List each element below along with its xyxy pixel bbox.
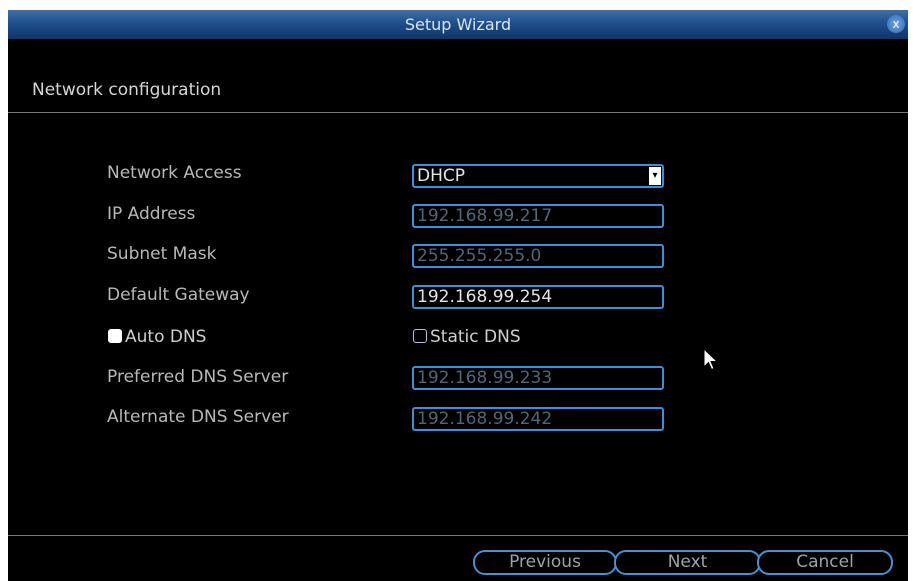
- auto-dns-option[interactable]: Auto DNS: [108, 327, 206, 347]
- cancel-button[interactable]: Cancel: [757, 550, 893, 575]
- auto-dns-label: Auto DNS: [125, 327, 207, 347]
- close-button[interactable]: x: [887, 15, 905, 33]
- next-button[interactable]: Next: [614, 550, 761, 575]
- section-divider: [8, 112, 908, 113]
- footer-divider: [8, 535, 908, 536]
- network-access-value: DHCP: [417, 166, 465, 186]
- static-dns-label: Static DNS: [430, 327, 521, 347]
- default-gateway-label: Default Gateway: [107, 285, 250, 305]
- ip-address-field[interactable]: 192.168.99.217: [412, 204, 664, 228]
- close-icon: x: [892, 17, 900, 31]
- network-access-label: Network Access: [107, 163, 242, 183]
- static-dns-option[interactable]: Static DNS: [413, 327, 521, 347]
- preferred-dns-label: Preferred DNS Server: [107, 367, 289, 387]
- section-title: Network configuration: [32, 80, 222, 100]
- default-gateway-field[interactable]: 192.168.99.254: [412, 285, 664, 309]
- network-access-select[interactable]: DHCP ▾: [412, 164, 664, 188]
- auto-dns-checkbox[interactable]: [108, 329, 122, 343]
- subnet-mask-label: Subnet Mask: [107, 244, 217, 264]
- alternate-dns-field[interactable]: 192.168.99.242: [412, 407, 664, 431]
- setup-wizard-window: Setup Wizard x Network configuration Net…: [8, 10, 908, 581]
- static-dns-checkbox[interactable]: [413, 329, 427, 343]
- mouse-pointer-icon: [703, 348, 719, 371]
- preferred-dns-field[interactable]: 192.168.99.233: [412, 366, 664, 390]
- previous-button[interactable]: Previous: [473, 550, 617, 575]
- title-bar: Setup Wizard x: [8, 10, 908, 39]
- chevron-down-icon[interactable]: ▾: [649, 167, 661, 185]
- window-title: Setup Wizard: [404, 15, 512, 34]
- alternate-dns-label: Alternate DNS Server: [107, 407, 289, 427]
- ip-address-label: IP Address: [107, 204, 196, 224]
- subnet-mask-field[interactable]: 255.255.255.0: [412, 244, 664, 268]
